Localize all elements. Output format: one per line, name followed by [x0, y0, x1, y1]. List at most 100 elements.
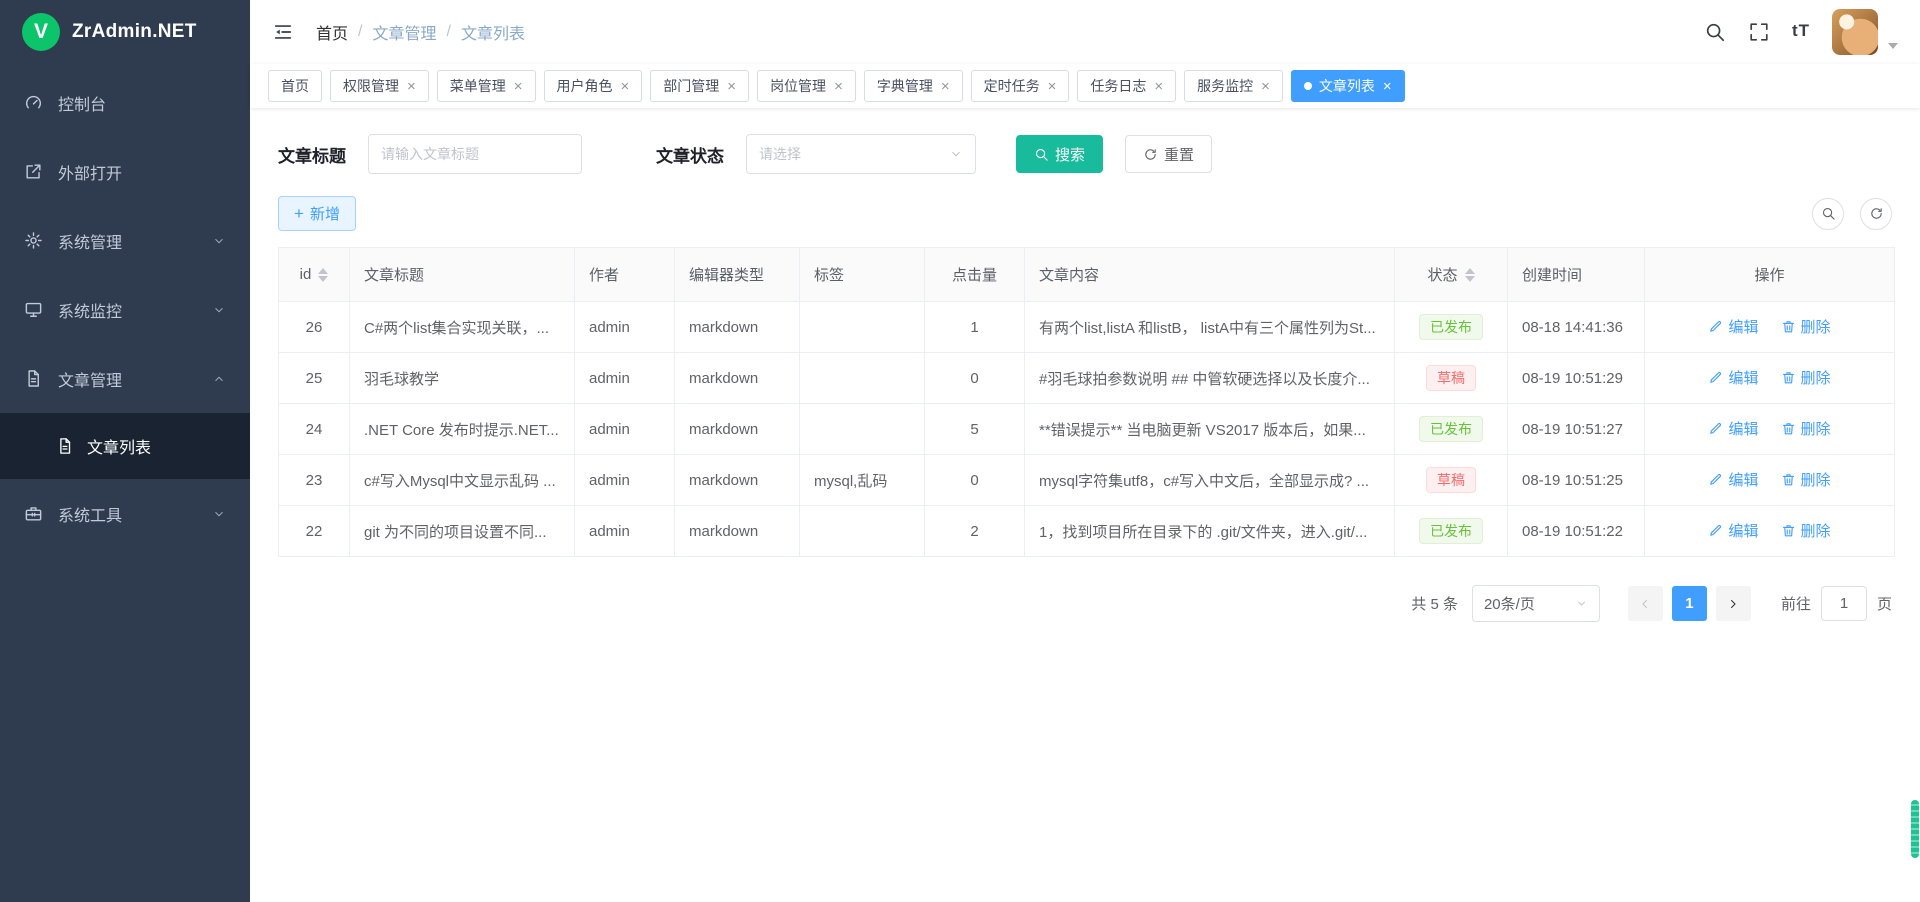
sort-caret-icon[interactable] [1465, 268, 1475, 282]
article-table: id文章标题作者编辑器类型标签点击量文章内容状态创建时间操作 26C#两个lis… [278, 247, 1892, 557]
tabs-bar: 首页权限管理×菜单管理×用户角色×部门管理×岗位管理×字典管理×定时任务×任务日… [250, 64, 1920, 108]
column-label: 作者 [589, 264, 619, 285]
cell-status: 已发布 [1395, 506, 1508, 557]
close-icon[interactable]: × [1383, 79, 1392, 94]
cell-author: admin [575, 455, 675, 506]
edit-button[interactable]: 编辑 [1708, 520, 1758, 541]
tab-label: 岗位管理 [770, 76, 826, 96]
cell-content: 有两个list,listA 和listB， listA中有三个属性列为St... [1025, 302, 1395, 353]
cell-editor: markdown [675, 506, 800, 557]
breadcrumb-item[interactable]: 文章管理 [372, 20, 436, 44]
article-status-select[interactable]: 请选择 [746, 134, 976, 174]
delete-button[interactable]: 删除 [1781, 316, 1831, 337]
scrollbar-thumb[interactable] [1911, 800, 1919, 858]
close-icon[interactable]: × [1048, 79, 1057, 94]
close-icon[interactable]: × [407, 79, 416, 94]
tab-1[interactable]: 权限管理× [330, 70, 429, 102]
column-header-editor: 编辑器类型 [675, 248, 800, 302]
breadcrumb-item[interactable]: 文章列表 [461, 20, 525, 44]
delete-button[interactable]: 删除 [1781, 469, 1831, 490]
fullscreen-icon[interactable] [1748, 21, 1770, 43]
reset-button[interactable]: 重置 [1125, 135, 1212, 173]
sidebar-item-system-tools[interactable]: 系统工具 [0, 479, 250, 548]
tab-8[interactable]: 任务日志× [1077, 70, 1176, 102]
article-title-input[interactable] [368, 134, 582, 174]
column-header-status[interactable]: 状态 [1395, 248, 1508, 302]
close-icon[interactable]: × [621, 79, 630, 94]
goto-page-input[interactable] [1821, 586, 1867, 621]
sidebar-item-system-monitor[interactable]: 系统监控 [0, 275, 250, 344]
cell-ops: 编辑 删除 [1645, 455, 1895, 506]
chevron-down-icon [212, 507, 226, 521]
close-icon[interactable]: × [514, 79, 523, 94]
collapse-sidebar-icon[interactable] [272, 21, 294, 43]
refresh-table-button[interactable] [1860, 198, 1892, 230]
page-size-select[interactable]: 20条/页 [1472, 585, 1600, 622]
edit-button[interactable]: 编辑 [1708, 367, 1758, 388]
app-logo[interactable]: V ZrAdmin.NET [0, 0, 250, 64]
cell-editor: markdown [675, 353, 800, 404]
search-icon[interactable] [1704, 21, 1726, 43]
tab-0[interactable]: 首页 [268, 70, 322, 102]
tab-7[interactable]: 定时任务× [971, 70, 1070, 102]
article-title-label: 文章标题 [278, 142, 346, 167]
breadcrumb-item[interactable]: 首页 [316, 20, 348, 44]
status-badge: 已发布 [1419, 416, 1483, 443]
user-avatar[interactable] [1832, 9, 1878, 55]
close-icon[interactable]: × [1261, 79, 1270, 94]
cell-author: admin [575, 353, 675, 404]
sort-caret-icon[interactable] [318, 268, 328, 282]
close-icon[interactable]: × [834, 79, 843, 94]
cell-status: 已发布 [1395, 404, 1508, 455]
chevron-down-icon[interactable] [1888, 43, 1898, 49]
edit-button[interactable]: 编辑 [1708, 469, 1758, 490]
sidebar-item-external-open[interactable]: 外部打开 [0, 137, 250, 206]
cell-status: 已发布 [1395, 302, 1508, 353]
delete-button[interactable]: 删除 [1781, 367, 1831, 388]
search-button[interactable]: 搜索 [1016, 135, 1103, 173]
page-number-button[interactable]: 1 [1672, 586, 1707, 621]
cell-content: mysql字符集utf8，c#写入中文后，全部显示成? ... [1025, 455, 1395, 506]
cell-author: admin [575, 404, 675, 455]
tab-6[interactable]: 字典管理 × [864, 70, 963, 102]
close-icon[interactable]: × [1154, 79, 1163, 94]
tab-4[interactable]: 部门管理× [650, 70, 749, 102]
tab-9[interactable]: 服务监控× [1184, 70, 1283, 102]
cell-title: .NET Core 发布时提示.NET... [350, 404, 575, 455]
prev-page-button[interactable] [1628, 586, 1663, 621]
breadcrumb-separator: / [358, 23, 362, 41]
add-button[interactable]: + 新增 [278, 196, 356, 231]
cell-ops: 编辑 删除 [1645, 353, 1895, 404]
main-area: 首页/文章管理/文章列表 tT 首页权限管理×菜单管理×用户角色×部门管理×岗位… [250, 0, 1920, 902]
sidebar-item-system-admin[interactable]: 系统管理 [0, 206, 250, 275]
font-size-icon[interactable]: tT [1792, 21, 1810, 43]
close-icon[interactable]: × [941, 79, 950, 94]
tab-3[interactable]: 用户角色× [544, 70, 643, 102]
cell-created: 08-18 14:41:36 [1508, 302, 1645, 353]
breadcrumb: 首页/文章管理/文章列表 [316, 20, 525, 44]
chevron-down-icon [212, 303, 226, 317]
goto-page: 前往 页 [1781, 586, 1892, 621]
column-header-id[interactable]: id [279, 248, 350, 302]
delete-button[interactable]: 删除 [1781, 520, 1831, 541]
cell-created: 08-19 10:51:22 [1508, 506, 1645, 557]
menu-item-label: 系统监控 [58, 298, 122, 322]
edit-button[interactable]: 编辑 [1708, 418, 1758, 439]
cell-id: 23 [279, 455, 350, 506]
close-icon[interactable]: × [727, 79, 736, 94]
sidebar-subitem-article-list[interactable]: 文章列表 [0, 413, 250, 479]
tab-2[interactable]: 菜单管理× [437, 70, 536, 102]
tab-5[interactable]: 岗位管理 × [757, 70, 856, 102]
tab-10[interactable]: 文章列表× [1291, 70, 1405, 102]
edit-button[interactable]: 编辑 [1708, 316, 1758, 337]
table-row: 25羽毛球教学adminmarkdown0#羽毛球拍参数说明 ## 中管软硬选择… [279, 353, 1895, 404]
toggle-search-button[interactable] [1812, 198, 1844, 230]
column-label: 编辑器类型 [689, 264, 764, 285]
cell-clicks: 5 [925, 404, 1025, 455]
next-page-button[interactable] [1716, 586, 1751, 621]
sidebar-item-dashboard[interactable]: 控制台 [0, 68, 250, 137]
menu-item-label: 控制台 [58, 91, 106, 115]
sidebar-item-article-admin[interactable]: 文章管理 [0, 344, 250, 413]
delete-button[interactable]: 删除 [1781, 418, 1831, 439]
tab-label: 字典管理 [877, 76, 933, 96]
